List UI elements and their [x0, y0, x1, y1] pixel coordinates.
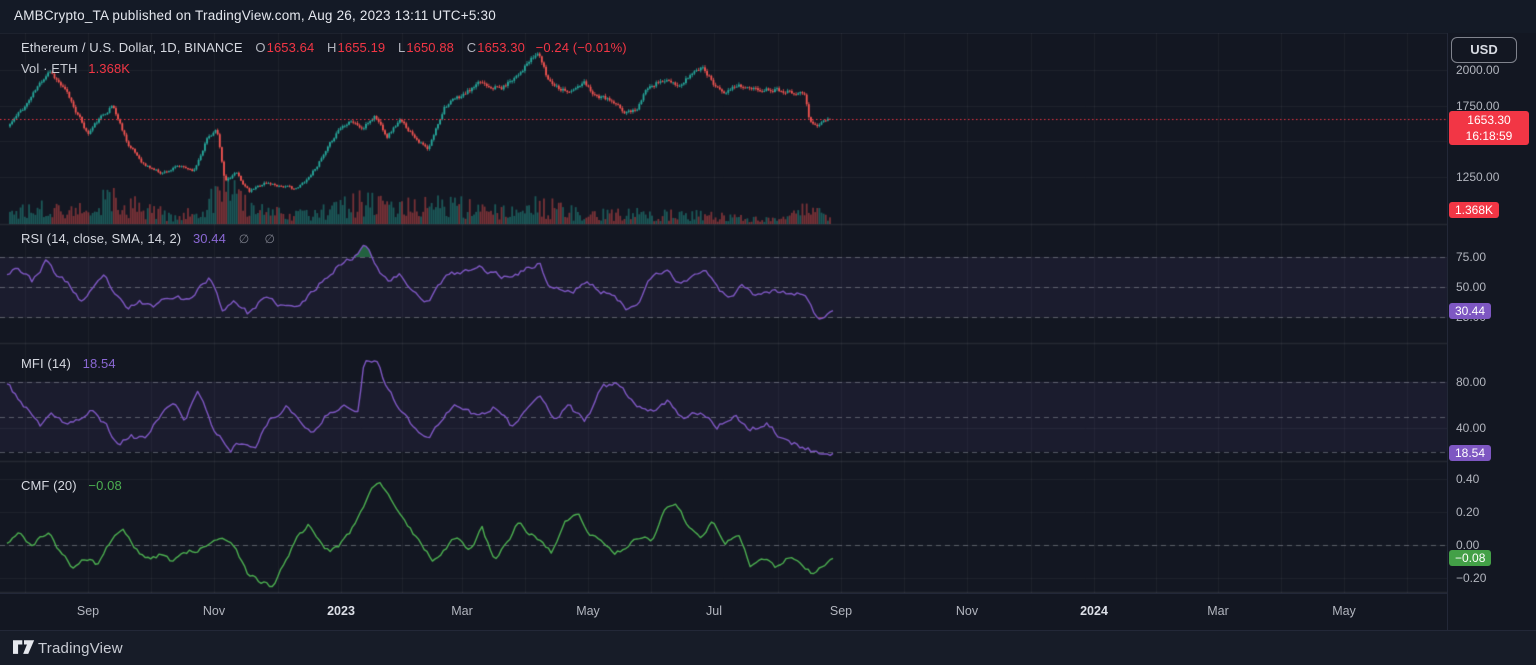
mfi-value-badge: 18.54 [1449, 445, 1491, 461]
tradingview-logo-icon[interactable] [13, 640, 35, 660]
low-value: 1650.88 [406, 40, 454, 55]
cmf-legend: CMF (20) −0.08 [21, 478, 122, 493]
rsi-legend: RSI (14, close, SMA, 14, 2) 30.44 ∅ ∅ [21, 231, 281, 246]
close-label: C [467, 40, 477, 55]
volume-badge: 1.368K [1449, 202, 1499, 218]
open-value: 1653.64 [267, 40, 315, 55]
rsi-value-badge: 30.44 [1449, 303, 1491, 319]
time-axis-label: Mar [451, 604, 473, 618]
high-value: 1655.19 [338, 40, 386, 55]
time-axis-label: 2023 [327, 604, 355, 618]
cmf-axis-tick: −0.20 [1456, 570, 1486, 586]
time-axis-label: Nov [203, 604, 225, 618]
mfi-legend: MFI (14) 18.54 [21, 356, 116, 371]
mfi-value: 18.54 [83, 356, 116, 371]
volume-label: Vol · ETH [21, 61, 78, 76]
footer-bar: TradingView [0, 630, 1536, 665]
last-price-badge: 1653.3016:18:59 [1449, 111, 1529, 145]
tradingview-brand-name[interactable]: TradingView [38, 640, 123, 657]
chart-plot-area[interactable] [0, 33, 1447, 593]
mfi-title: MFI (14) [21, 356, 71, 371]
cmf-title: CMF (20) [21, 478, 77, 493]
rsi-axis-tick: 50.00 [1456, 279, 1486, 295]
rsi-value: 30.44 [193, 231, 226, 246]
price-legend: Ethereum / U.S. Dollar, 1D, BINANCE O165… [21, 40, 627, 55]
time-axis[interactable]: Sep Nov 2023 Mar May Jul Sep Nov 2024 Mar May [0, 593, 1447, 631]
price-axis-tick: 2000.00 [1456, 62, 1499, 78]
mfi-axis-tick: 40.00 [1456, 420, 1486, 436]
time-axis-label: Jul [706, 604, 722, 618]
high-label: H [327, 40, 337, 55]
time-axis-label: Sep [830, 604, 852, 618]
price-axis[interactable]: USD 2000.001750.001500.001250.0075.0050.… [1447, 33, 1536, 630]
low-label: L [398, 40, 405, 55]
rsi-title: RSI (14, close, SMA, 14, 2) [21, 231, 181, 246]
price-axis-tick: 1250.00 [1456, 169, 1499, 185]
symbol-title: Ethereum / U.S. Dollar, 1D, BINANCE [21, 40, 243, 55]
publish-header: AMBCrypto_TA published on TradingView.co… [0, 0, 1536, 34]
open-label: O [255, 40, 265, 55]
rsi-axis-tick: 75.00 [1456, 249, 1486, 265]
tradingview-published-chart: AMBCrypto_TA published on TradingView.co… [0, 0, 1536, 665]
cmf-value: −0.08 [88, 478, 121, 493]
time-axis-label: Mar [1207, 604, 1229, 618]
close-value: 1653.30 [477, 40, 525, 55]
rsi-empty-set-icons: ∅ ∅ [239, 232, 281, 246]
chart-area[interactable]: Ethereum / U.S. Dollar, 1D, BINANCE O165… [0, 33, 1447, 593]
cmf-axis-tick: 0.40 [1456, 471, 1479, 487]
time-axis-label: 2024 [1080, 604, 1108, 618]
cmf-axis-tick: 0.20 [1456, 504, 1479, 520]
time-axis-label: Sep [77, 604, 99, 618]
change-value: −0.24 (−0.01%) [536, 40, 627, 55]
cmf-value-badge: −0.08 [1449, 550, 1491, 566]
time-axis-label: May [1332, 604, 1356, 618]
publish-attribution: AMBCrypto_TA published on TradingView.co… [14, 8, 496, 23]
time-axis-label: May [576, 604, 600, 618]
time-axis-label: Nov [956, 604, 978, 618]
currency-toggle-button[interactable]: USD [1451, 37, 1517, 63]
volume-legend: Vol · ETH 1.368K [21, 61, 130, 76]
mfi-axis-tick: 80.00 [1456, 374, 1486, 390]
volume-value: 1.368K [88, 61, 130, 76]
